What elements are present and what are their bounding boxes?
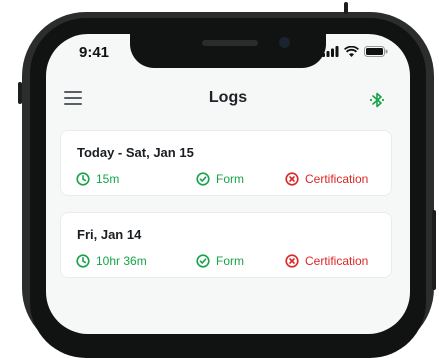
notch [130, 34, 326, 68]
duration-item: 10hr 36m [76, 254, 147, 268]
duration-item: 15m [76, 172, 119, 186]
phone-screen: 9:41 Logs Today - Sat, Jan 15 15m Form C… [46, 34, 410, 334]
duration-text: 10hr 36m [96, 254, 147, 268]
form-status[interactable]: Form [196, 172, 244, 186]
status-icons [322, 46, 388, 57]
log-card[interactable]: Today - Sat, Jan 15 15m Form Certificati… [60, 130, 392, 196]
speaker-grille [202, 40, 258, 46]
signal-icon [322, 46, 339, 57]
battery-icon [364, 46, 388, 57]
certification-label: Certification [305, 254, 369, 268]
bluetooth-icon[interactable] [368, 91, 386, 114]
check-circle-icon [196, 172, 210, 186]
status-time: 9:41 [79, 44, 110, 61]
form-label: Form [216, 254, 244, 268]
form-status[interactable]: Form [196, 254, 244, 268]
page-title: Logs [208, 89, 248, 106]
wifi-icon [344, 46, 359, 57]
certification-label: Certification [305, 172, 369, 186]
certification-status[interactable]: Certification [285, 172, 368, 186]
duration-text: 15m [96, 172, 120, 186]
x-circle-icon [285, 254, 299, 268]
front-camera [279, 37, 290, 48]
certification-status[interactable]: Certification [285, 254, 368, 268]
phone-top-button [344, 2, 348, 14]
log-card[interactable]: Fri, Jan 14 10hr 36m Form Certification [60, 212, 392, 278]
log-date: Today - Sat, Jan 15 [77, 145, 194, 160]
x-circle-icon [285, 172, 299, 186]
form-label: Form [216, 172, 244, 186]
clock-icon [76, 172, 90, 186]
clock-icon [76, 254, 90, 268]
log-date: Fri, Jan 14 [77, 227, 142, 242]
phone-volume-button [18, 82, 22, 104]
phone-power-button [432, 210, 436, 290]
app-bar: Logs [46, 82, 410, 122]
check-circle-icon [196, 254, 210, 268]
